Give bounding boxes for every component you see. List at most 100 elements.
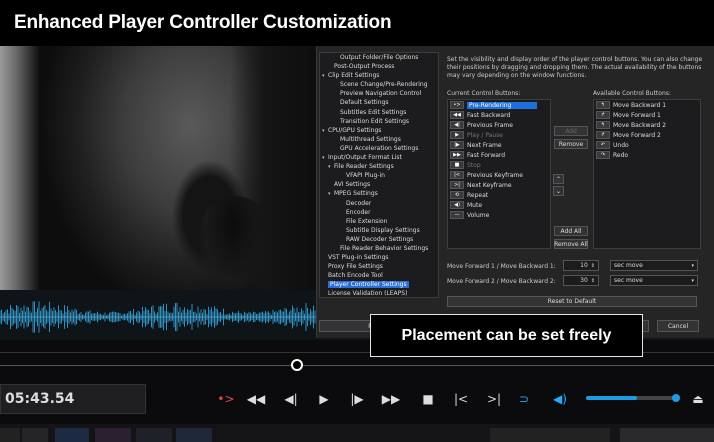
stop-icon[interactable]: ■ xyxy=(418,390,438,408)
remove-button[interactable]: Remove xyxy=(554,139,588,149)
control-button-item[interactable]: |▶ Next Frame xyxy=(448,140,550,150)
tree-item[interactable]: Preview Navigation Control xyxy=(320,89,438,98)
playhead-handle[interactable] xyxy=(291,359,303,371)
tree-item[interactable]: Multithread Settings xyxy=(320,135,438,144)
control-button-item[interactable]: ◀) Mute xyxy=(448,200,550,210)
tree-item[interactable]: Transition Edit Settings xyxy=(320,117,438,126)
available-buttons-list[interactable]: ↰ Move Backward 1 ↱ Move Forward 1 ↰ Move Bac… xyxy=(593,99,701,249)
move2-value-field[interactable]: 30 ⇕ xyxy=(563,275,599,286)
control-button-item[interactable]: ↱ Move Forward 1 xyxy=(594,110,700,120)
move2-label: Move Forward 2 / Move Backward 2: xyxy=(447,278,556,285)
control-button-label: Move Forward 1 xyxy=(613,111,661,119)
settings-tree[interactable]: Output Folder/File Options Post-Output Pr… xyxy=(319,52,439,298)
control-glyph-icon: >| xyxy=(450,181,464,189)
tree-item[interactable]: Scene Change/Pre-Rendering xyxy=(320,80,438,89)
control-button-label: Play / Pause xyxy=(467,131,503,139)
next-keyframe-icon[interactable]: >| xyxy=(484,390,504,408)
tree-item[interactable]: ▾ Input/Output Format List xyxy=(320,153,438,162)
control-glyph-icon: ↷ xyxy=(596,151,610,159)
next-frame-icon[interactable]: |▶ xyxy=(347,390,367,408)
move1-unit-select[interactable]: sec move ▾ xyxy=(610,260,698,271)
tree-item[interactable]: Batch Encode Tool xyxy=(320,271,438,280)
tree-item[interactable]: Post-Output Process xyxy=(320,62,438,71)
tree-item[interactable]: Output Folder/File Options xyxy=(320,53,438,62)
tree-item[interactable]: Encoder xyxy=(320,208,438,217)
control-glyph-icon: ▶ xyxy=(450,131,464,139)
control-button-item[interactable]: ▶▶ Fast Forward xyxy=(448,150,550,160)
control-glyph-icon: ↶ xyxy=(596,141,610,149)
tree-item[interactable]: ▾ CPU/GPU Settings xyxy=(320,126,438,135)
pre-rendering-icon[interactable]: •> xyxy=(216,390,236,408)
control-button-label: Stop xyxy=(467,161,481,169)
tree-item[interactable]: ▾ File Reader Settings xyxy=(320,162,438,171)
control-button-item[interactable]: ↷ Redo xyxy=(594,150,700,160)
tree-item[interactable]: Default Settings xyxy=(320,98,438,107)
tree-item[interactable]: Subtitles Edit Settings xyxy=(320,108,438,117)
control-button-label: Move Forward 2 xyxy=(613,131,661,139)
control-button-item[interactable]: ↰ Move Backward 1 xyxy=(594,100,700,110)
tree-item[interactable]: ▾ MPEG Settings xyxy=(320,189,438,198)
reset-to-default-button[interactable]: Reset to Default xyxy=(447,296,697,307)
fast-backward-icon[interactable]: ◀◀ xyxy=(246,390,266,408)
move-down-button[interactable]: ⌄ xyxy=(553,186,564,196)
control-button-item[interactable]: ↶ Undo xyxy=(594,140,700,150)
tree-item[interactable]: File Extension xyxy=(320,217,438,226)
control-button-item[interactable]: ■ Stop xyxy=(448,160,550,170)
tree-item[interactable]: ▾ Clip Edit Settings xyxy=(320,71,438,80)
control-button-item[interactable]: ↱ Move Forward 2 xyxy=(594,130,700,140)
available-buttons-label: Available Control Buttons: xyxy=(593,90,671,97)
tree-item[interactable]: Proxy File Settings xyxy=(320,262,438,271)
move1-value-field[interactable]: 10 ⇕ xyxy=(563,260,599,271)
control-button-item[interactable]: ◀| Previous Frame xyxy=(448,120,550,130)
tree-item[interactable]: Player Controller Settings xyxy=(320,280,438,289)
control-glyph-icon: |▶ xyxy=(450,141,464,149)
tree-item[interactable]: AVI Settings xyxy=(320,180,438,189)
control-button-item[interactable]: ◀◀ Fast Backward xyxy=(448,110,550,120)
control-glyph-icon: ◀◀ xyxy=(450,111,464,119)
previous-keyframe-icon[interactable]: |< xyxy=(451,390,471,408)
chevron-down-icon: ▾ xyxy=(691,277,694,284)
tree-item[interactable]: RAW Decoder Settings xyxy=(320,235,438,244)
chevron-up-icon: ⌃ xyxy=(555,175,562,183)
control-button-item[interactable]: — Volume xyxy=(448,210,550,220)
tree-item[interactable]: Decoder xyxy=(320,199,438,208)
control-glyph-icon: ↱ xyxy=(596,111,610,119)
add-button[interactable]: Add xyxy=(554,126,588,136)
previous-frame-icon[interactable]: ◀| xyxy=(281,390,301,408)
control-button-label: Redo xyxy=(613,151,629,159)
control-glyph-icon: •> xyxy=(450,101,464,109)
repeat-icon[interactable]: ⊃ xyxy=(514,390,534,408)
control-button-label: Fast Backward xyxy=(467,111,511,119)
tree-item[interactable]: VST Plug-in Settings xyxy=(320,253,438,262)
control-button-item[interactable]: ↰ Move Backward 2 xyxy=(594,120,700,130)
mute-icon[interactable]: ◀) xyxy=(550,390,570,408)
settings-dialog: Output Folder/File Options Post-Output Pr… xyxy=(316,46,714,338)
tree-item[interactable]: File Reader Behavior Settings xyxy=(320,244,438,253)
tree-item[interactable]: VFAPI Plug-in xyxy=(320,171,438,180)
control-button-item[interactable]: ▶ Play / Pause xyxy=(448,130,550,140)
volume-handle[interactable] xyxy=(672,394,680,402)
tree-item[interactable]: Subtitle Display Settings xyxy=(320,226,438,235)
control-button-item[interactable]: ⟲ Repeat xyxy=(448,190,550,200)
volume-slider[interactable] xyxy=(586,394,680,402)
cancel-button[interactable]: Cancel xyxy=(657,320,699,332)
tree-item[interactable]: License Validation (LEAPS) xyxy=(320,289,438,297)
remove-all-button[interactable]: Remove All xyxy=(554,239,588,249)
control-button-label: Mute xyxy=(467,201,483,209)
control-button-item[interactable]: |< Previous Keyframe xyxy=(448,170,550,180)
control-glyph-icon: ▶▶ xyxy=(450,151,464,159)
current-buttons-list[interactable]: •> Pre-Rendering ◀◀ Fast Backward ◀| Previous… xyxy=(447,99,551,249)
play-icon[interactable]: ▶ xyxy=(314,390,334,408)
move-up-button[interactable]: ⌃ xyxy=(553,174,564,184)
control-button-item[interactable]: >| Next Keyframe xyxy=(448,180,550,190)
fast-forward-icon[interactable]: ▶▶ xyxy=(381,390,401,408)
control-button-item[interactable]: •> Pre-Rendering xyxy=(448,100,550,110)
timecode-display[interactable]: 05:43.54 xyxy=(0,384,146,414)
add-all-button[interactable]: Add All xyxy=(554,226,588,236)
control-button-label: Repeat xyxy=(467,191,489,199)
move2-unit-select[interactable]: sec move ▾ xyxy=(610,275,698,286)
current-buttons-label: Current Control Buttons: xyxy=(447,90,521,97)
eject-icon[interactable]: ⏏ xyxy=(688,390,708,408)
control-button-label: Undo xyxy=(613,141,629,149)
tree-item[interactable]: GPU Acceleration Settings xyxy=(320,144,438,153)
